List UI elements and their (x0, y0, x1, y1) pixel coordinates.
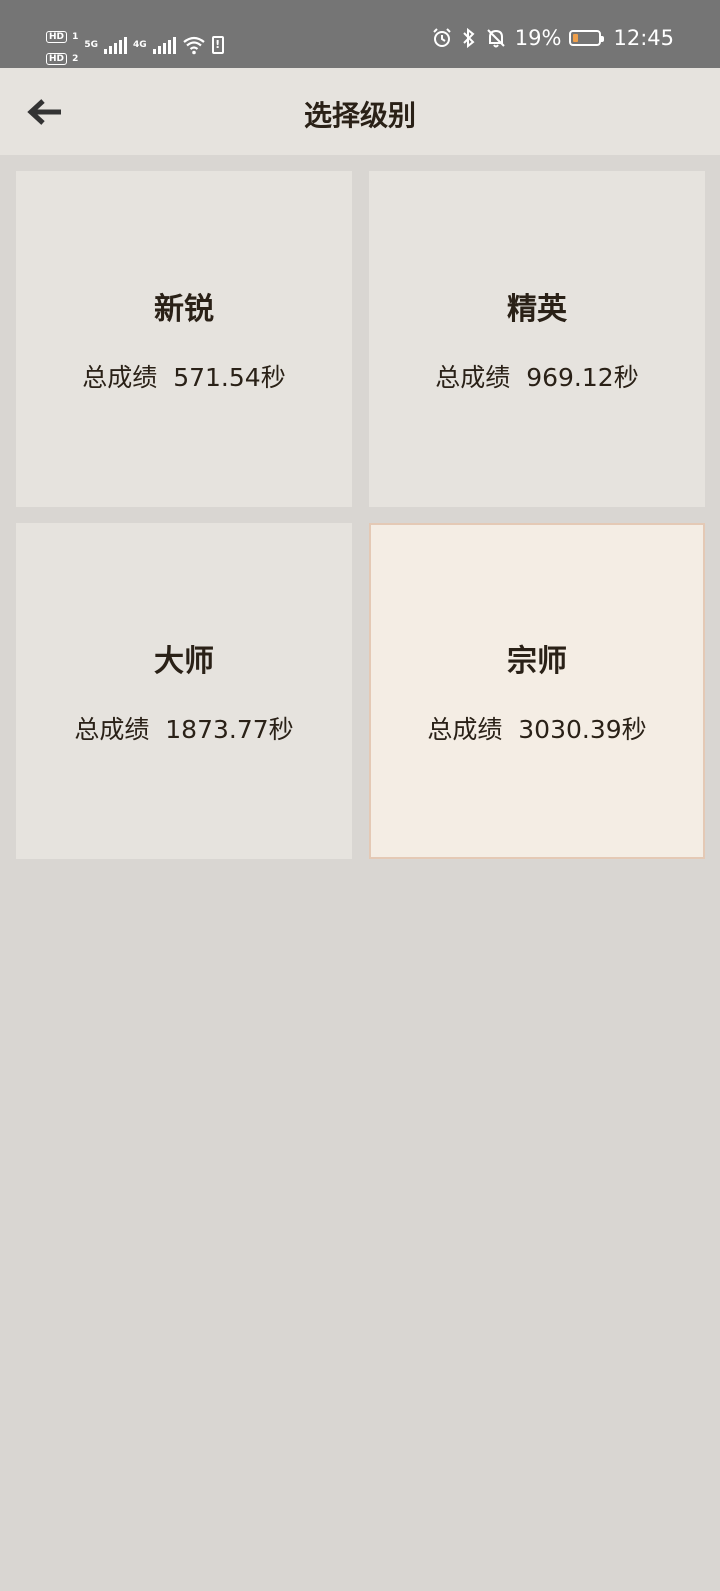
battery-fill (573, 34, 579, 42)
network-type-2: 4G (133, 39, 147, 50)
level-name: 新锐 (154, 292, 214, 327)
level-card-master[interactable]: 大师 总成绩 1873.77秒 (16, 523, 352, 859)
level-name: 大师 (154, 644, 214, 679)
score-label: 总成绩 (74, 715, 150, 744)
score-value: 3030.39秒 (518, 715, 647, 744)
level-name: 宗师 (507, 644, 567, 679)
alarm-icon (433, 28, 451, 47)
mute-icon (487, 29, 505, 48)
score-label: 总成绩 (82, 363, 158, 392)
battery-alert-icon: ! (211, 35, 224, 54)
level-card-grandmaster[interactable]: 宗师 总成绩 3030.39秒 (369, 523, 705, 859)
hd-badge-1: HD (46, 31, 68, 43)
status-right: 19% 12:45 (431, 26, 674, 50)
score-label: 总成绩 (427, 715, 503, 744)
score-value: 1873.77秒 (165, 715, 294, 744)
app-bar: 选择级别 (0, 68, 720, 155)
level-card-novice[interactable]: 新锐 总成绩 571.54秒 (16, 171, 352, 507)
sim-1-label: 1 (72, 32, 79, 42)
score-value: 571.54秒 (173, 363, 286, 392)
level-card-elite[interactable]: 精英 总成绩 969.12秒 (369, 171, 705, 507)
clock: 12:45 (613, 26, 674, 50)
level-name: 精英 (507, 292, 567, 327)
battery-icon (569, 30, 605, 46)
hd-badge-2: HD (46, 53, 68, 65)
battery-percent: 19% (514, 26, 562, 50)
bluetooth-icon (463, 27, 475, 49)
status-left: HD 1 HD 2 5G 4G ! (46, 24, 224, 65)
status-bar: HD 1 HD 2 5G 4G ! 19% 12:45 (0, 0, 720, 68)
score-value: 969.12秒 (526, 363, 639, 392)
wifi-icon (183, 36, 205, 54)
score-label: 总成绩 (435, 363, 511, 392)
level-score: 总成绩 969.12秒 (435, 358, 638, 394)
page-title: 选择级别 (303, 99, 416, 132)
level-score: 总成绩 1873.77秒 (74, 710, 293, 746)
sim-2-label: 2 (72, 54, 79, 64)
level-grid: 新锐 总成绩 571.54秒 精英 总成绩 969.12秒 大师 总成绩 187… (16, 171, 705, 859)
signal-strength-2-icon (152, 36, 176, 54)
network-type-1: 5G (84, 39, 99, 50)
level-score: 总成绩 571.54秒 (82, 358, 285, 394)
hd-indicators: HD 1 HD 2 (46, 24, 78, 65)
level-score: 总成绩 3030.39秒 (427, 710, 646, 746)
signal-strength-1-icon (104, 36, 128, 54)
